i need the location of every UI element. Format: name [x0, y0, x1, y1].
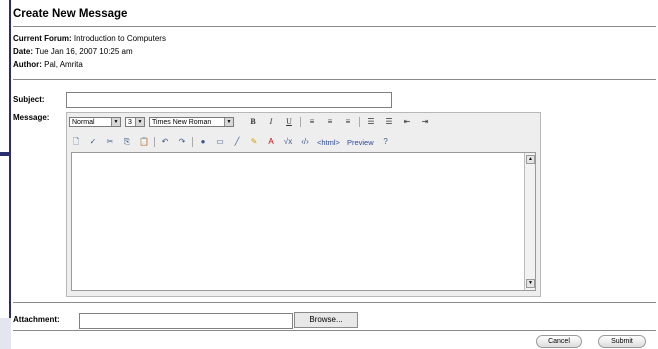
table-icon[interactable]: ▭: [213, 136, 227, 148]
font-color-icon[interactable]: A: [264, 136, 278, 148]
cancel-button[interactable]: Cancel: [536, 335, 582, 348]
align-center-icon[interactable]: ≡: [323, 116, 337, 128]
scroll-down-icon[interactable]: ▼: [526, 279, 535, 288]
browse-button[interactable]: Browse...: [294, 312, 358, 328]
html-button[interactable]: <html>: [315, 138, 342, 147]
author-value: Pal, Amrita: [44, 60, 83, 69]
preview-button[interactable]: Preview: [345, 138, 376, 147]
redo-icon[interactable]: ↷: [175, 136, 189, 148]
toolbar-separator: [192, 137, 193, 147]
align-left-icon[interactable]: ≡: [305, 116, 319, 128]
author-line: Author: Pal, Amrita: [13, 60, 83, 69]
editor-divider: [13, 302, 656, 303]
date-value: Tue Jan 16, 2007 10:25 am: [35, 47, 133, 56]
current-forum-line: Current Forum: Introduction to Computers: [13, 34, 166, 43]
outdent-icon[interactable]: ⇤: [400, 116, 414, 128]
paste-icon[interactable]: 📋: [137, 136, 151, 148]
bold-button[interactable]: B: [246, 116, 260, 128]
left-frame-border: [0, 0, 11, 349]
editor-toolbar-format: Normal ▼ 3 ▼ Times New Roman ▼ B I U ≡ ≡…: [69, 115, 432, 129]
footer-divider: [13, 330, 656, 331]
date-line: Date: Tue Jan 16, 2007 10:25 am: [13, 47, 133, 56]
size-select-value: 3: [128, 118, 132, 126]
ordered-list-icon[interactable]: ☰: [364, 116, 378, 128]
message-editor: Normal ▼ 3 ▼ Times New Roman ▼ B I U ≡ ≡…: [66, 112, 541, 297]
info-divider: [13, 79, 656, 80]
code-icon[interactable]: ‹/›: [298, 136, 312, 148]
help-icon[interactable]: ?: [379, 136, 393, 148]
attachment-label: Attachment:: [13, 315, 60, 324]
message-scrollbar[interactable]: ▲ ▼: [524, 153, 535, 290]
chevron-down-icon: ▼: [111, 118, 120, 126]
chevron-down-icon: ▼: [135, 118, 144, 126]
date-label: Date:: [13, 47, 34, 56]
spellcheck-icon[interactable]: ✓: [86, 136, 100, 148]
toolbar-separator: [359, 117, 360, 127]
size-select[interactable]: 3 ▼: [125, 117, 145, 127]
indent-icon[interactable]: ⇥: [418, 116, 432, 128]
current-forum-label: Current Forum:: [13, 34, 72, 43]
format-select[interactable]: Normal ▼: [69, 117, 121, 127]
link-icon[interactable]: ●: [196, 136, 210, 148]
subject-label: Subject:: [13, 95, 45, 104]
copy-icon[interactable]: ⎘: [120, 136, 134, 148]
chevron-down-icon: ▼: [224, 118, 233, 126]
highlight-icon[interactable]: ✎: [247, 136, 261, 148]
frame-grey-panel: [0, 318, 11, 349]
attachment-input[interactable]: [79, 313, 293, 329]
scroll-up-icon[interactable]: ▲: [526, 155, 535, 164]
print-preview-icon[interactable]: 🗋: [69, 136, 83, 148]
font-select[interactable]: Times New Roman ▼: [149, 117, 234, 127]
submit-button[interactable]: Submit: [598, 335, 646, 348]
italic-button[interactable]: I: [264, 116, 278, 128]
frame-divider: [0, 152, 9, 156]
line-icon[interactable]: ╱: [230, 136, 244, 148]
page-title: Create New Message: [13, 8, 128, 20]
message-textarea[interactable]: ▲ ▼: [71, 152, 536, 291]
undo-icon[interactable]: ↶: [158, 136, 172, 148]
toolbar-separator: [154, 137, 155, 147]
unordered-list-icon[interactable]: ☰: [382, 116, 396, 128]
font-select-value: Times New Roman: [152, 118, 212, 126]
editor-toolbar-tools: 🗋 ✓ ✂ ⎘ 📋 ↶ ↷ ● ▭ ╱ ✎ A √x ‹/› <html> Pr…: [69, 135, 393, 149]
format-select-value: Normal: [72, 118, 95, 126]
align-right-icon[interactable]: ≡: [341, 116, 355, 128]
subject-input[interactable]: [66, 92, 392, 108]
cut-icon[interactable]: ✂: [103, 136, 117, 148]
author-label: Author:: [13, 60, 42, 69]
equation-icon[interactable]: √x: [281, 136, 295, 148]
underline-button[interactable]: U: [282, 116, 296, 128]
title-divider: [13, 26, 656, 27]
current-forum-value: Introduction to Computers: [73, 34, 166, 43]
message-label: Message:: [13, 113, 50, 122]
toolbar-separator: [300, 117, 301, 127]
